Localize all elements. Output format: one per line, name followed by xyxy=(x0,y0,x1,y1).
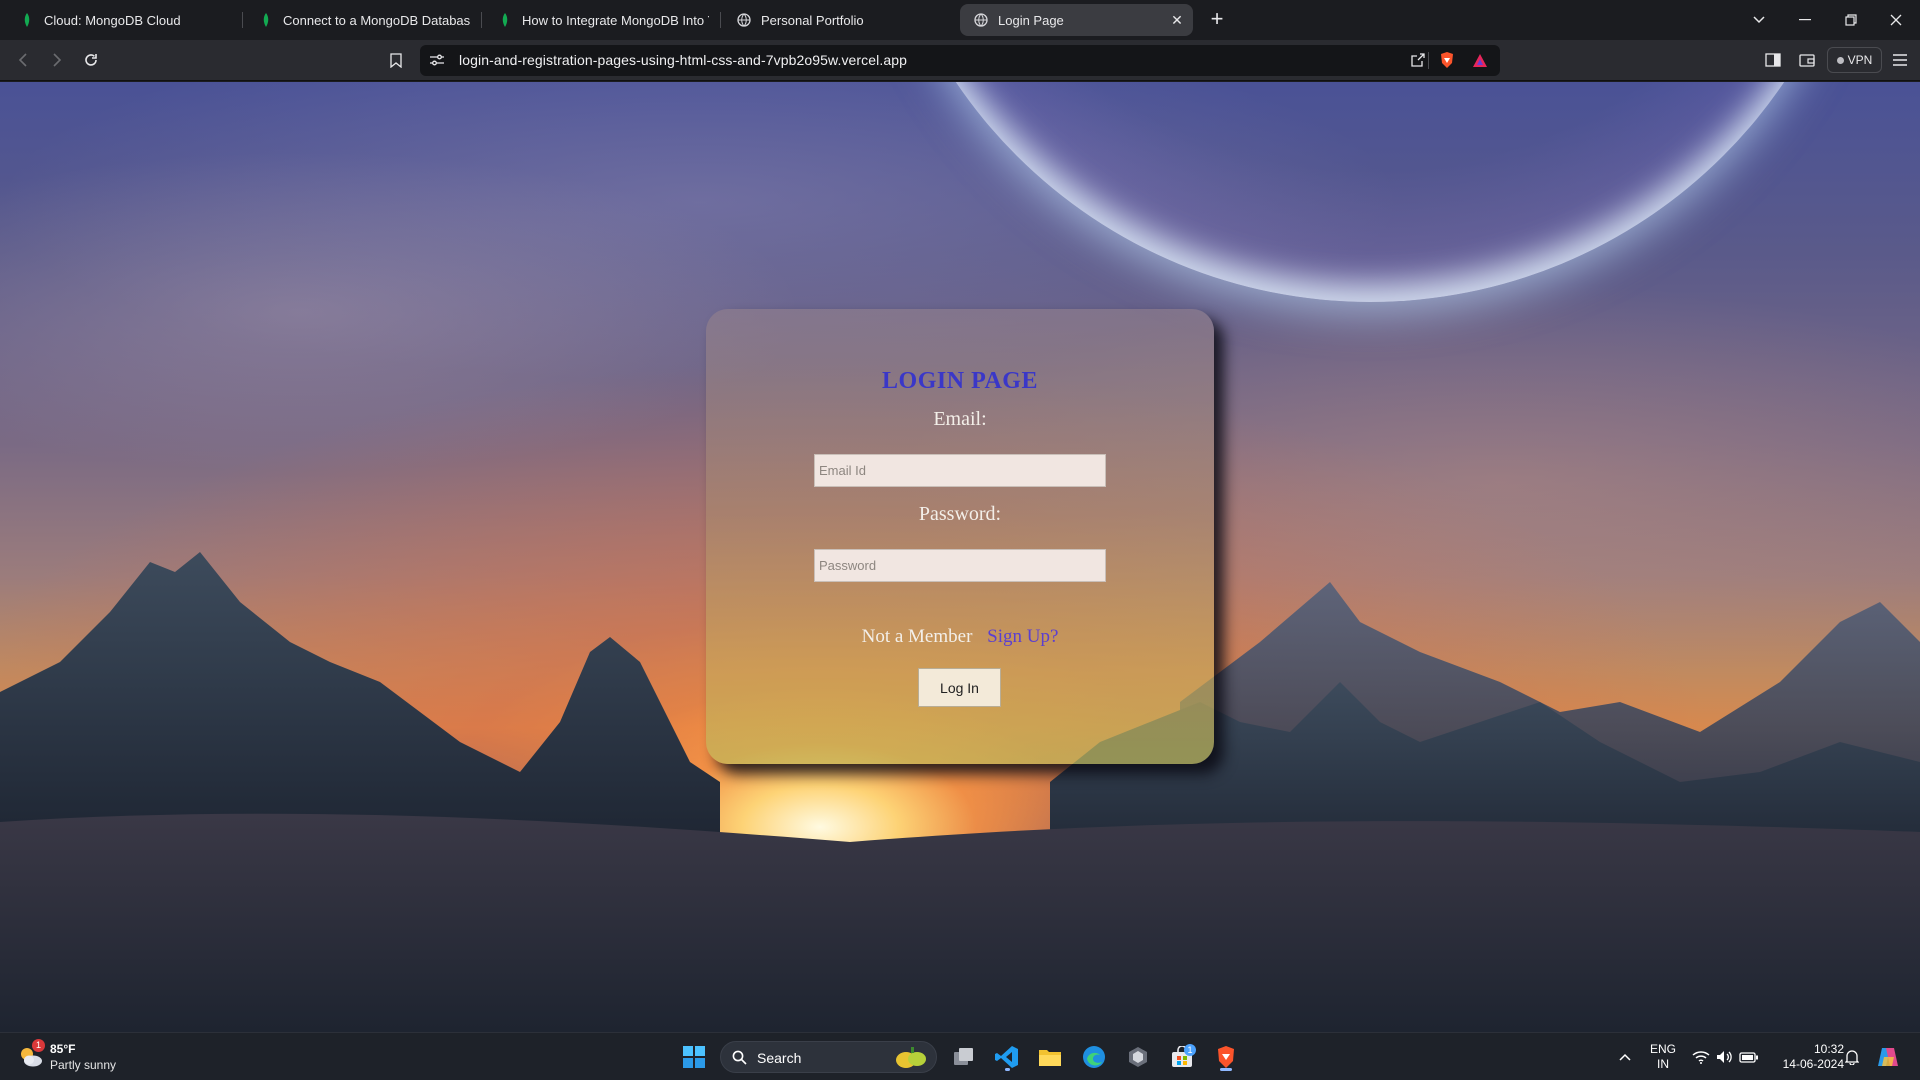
edge-icon[interactable] xyxy=(1078,1041,1110,1073)
restore-icon[interactable] xyxy=(1839,8,1863,32)
mongodb-leaf-icon xyxy=(259,13,273,27)
wallet-icon[interactable] xyxy=(1796,49,1818,71)
weather-badge: 1 xyxy=(32,1039,45,1052)
tab-integrate-mongodb[interactable]: How to Integrate MongoDB Into You xyxy=(484,4,709,36)
new-tab-button[interactable]: + xyxy=(1205,8,1229,32)
brave-browser-icon[interactable] xyxy=(1210,1041,1242,1073)
minimize-icon[interactable] xyxy=(1793,8,1817,32)
search-label: Search xyxy=(757,1050,802,1066)
menu-icon[interactable] xyxy=(1889,49,1911,71)
battery-icon[interactable] xyxy=(1733,1041,1765,1073)
search-highlight-icon xyxy=(896,1047,926,1068)
back-icon[interactable] xyxy=(12,49,34,71)
tab-separator xyxy=(242,12,243,28)
app-icon[interactable] xyxy=(1122,1041,1154,1073)
weather-widget[interactable]: 1 85°F Partly sunny xyxy=(18,1039,148,1075)
browser-toolbar: login-and-registration-pages-using-html-… xyxy=(0,40,1920,81)
tab-search-dropdown-icon[interactable] xyxy=(1747,8,1771,32)
taskbar-search[interactable]: Search xyxy=(720,1041,937,1073)
clock-time: 10:32 xyxy=(1813,1042,1844,1056)
signup-link[interactable]: Sign Up? xyxy=(987,626,1058,647)
language-code: ENG xyxy=(1649,1042,1676,1056)
share-icon[interactable] xyxy=(1407,49,1429,71)
forward-icon[interactable] xyxy=(46,49,68,71)
email-input[interactable] xyxy=(814,454,1106,487)
vscode-icon[interactable] xyxy=(991,1041,1023,1073)
brave-shields-icon[interactable] xyxy=(1436,49,1458,71)
notification-bell-icon[interactable] xyxy=(1836,1041,1868,1073)
tab-title: Cloud: MongoDB Cloud xyxy=(44,12,181,28)
show-hidden-icons[interactable] xyxy=(1609,1041,1641,1073)
language-indicator[interactable]: ENG IN xyxy=(1646,1042,1680,1072)
tab-title: Personal Portfolio xyxy=(761,12,864,28)
mongodb-leaf-icon xyxy=(498,13,512,27)
store-badge: 1 xyxy=(1184,1044,1196,1056)
url-text: login-and-registration-pages-using-html-… xyxy=(459,52,908,68)
tab-mongodb-cloud[interactable]: Cloud: MongoDB Cloud xyxy=(6,4,231,36)
globe-icon xyxy=(737,13,751,27)
weather-desc: Partly sunny xyxy=(50,1058,117,1072)
mongodb-leaf-icon xyxy=(20,13,34,27)
clock[interactable]: 10:32 14-06-2024 xyxy=(1770,1042,1844,1072)
tab-title: How to Integrate MongoDB Into You xyxy=(522,12,709,28)
running-indicator xyxy=(1005,1068,1010,1071)
browser-tab-strip: Cloud: MongoDB Cloud Connect to a MongoD… xyxy=(0,0,1920,40)
tab-personal-portfolio[interactable]: Personal Portfolio xyxy=(723,4,948,36)
close-tab-icon[interactable]: ✕ xyxy=(1169,12,1185,28)
brave-rewards-icon[interactable] xyxy=(1469,49,1491,71)
tab-login-page[interactable]: Login Page ✕ xyxy=(960,4,1193,36)
email-label: Email: xyxy=(933,408,987,430)
page-viewport: LOGIN PAGE Email: Password: Not a Member… xyxy=(0,82,1920,1032)
weather-temp: 85°F xyxy=(50,1042,76,1056)
sidebar-toggle-icon[interactable] xyxy=(1762,49,1784,71)
page-title: LOGIN PAGE xyxy=(882,368,1038,394)
reload-icon[interactable] xyxy=(80,49,102,71)
vpn-button[interactable]: VPN xyxy=(1827,47,1882,73)
bookmark-icon[interactable] xyxy=(385,49,407,71)
windows-logo-icon xyxy=(683,1046,705,1068)
globe-icon xyxy=(974,13,988,27)
close-window-icon[interactable] xyxy=(1884,8,1908,32)
clock-date: 14-06-2024 xyxy=(1782,1057,1844,1071)
login-card: LOGIN PAGE Email: Password: Not a Member… xyxy=(706,309,1214,764)
signup-prompt: Not a Member Sign Up? xyxy=(706,626,1214,648)
tab-separator xyxy=(720,12,721,28)
omnibox-divider xyxy=(1428,52,1429,69)
tab-separator xyxy=(481,12,482,28)
site-settings-icon[interactable] xyxy=(426,49,448,71)
login-button[interactable]: Log In xyxy=(918,668,1001,707)
search-icon xyxy=(732,1050,747,1065)
tab-title: Connect to a MongoDB Database Us xyxy=(283,12,470,28)
start-button[interactable] xyxy=(678,1041,710,1073)
tab-title: Login Page xyxy=(998,12,1064,28)
vpn-label: VPN xyxy=(1847,53,1873,67)
running-indicator xyxy=(1220,1068,1232,1071)
taskbar: 1 85°F Partly sunny Search 1 ENG IN 10:3… xyxy=(0,1032,1920,1080)
file-explorer-icon[interactable] xyxy=(1034,1041,1066,1073)
tab-connect-mongodb[interactable]: Connect to a MongoDB Database Us xyxy=(245,4,470,36)
microsoft-store-icon[interactable]: 1 xyxy=(1166,1041,1198,1073)
password-label: Password: xyxy=(918,503,1002,525)
not-member-text: Not a Member xyxy=(861,626,973,647)
task-view-icon[interactable] xyxy=(948,1041,980,1073)
password-input[interactable] xyxy=(814,549,1106,582)
region-code: IN xyxy=(1657,1057,1669,1071)
vpn-status-icon xyxy=(1836,56,1844,64)
address-bar[interactable]: login-and-registration-pages-using-html-… xyxy=(420,45,1500,76)
copilot-icon[interactable] xyxy=(1872,1041,1904,1073)
